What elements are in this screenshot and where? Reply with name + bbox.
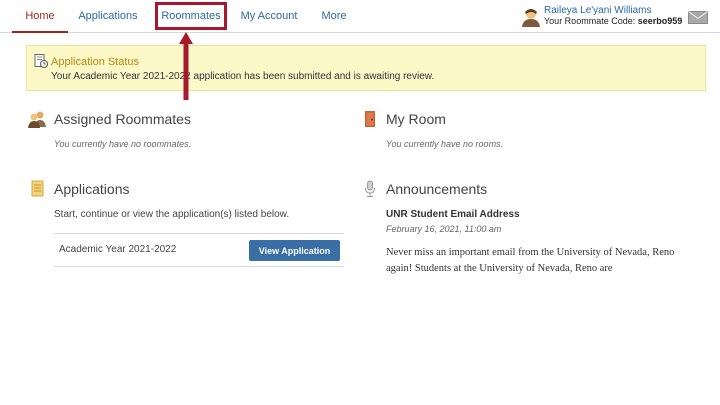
alert-title: Application Status xyxy=(51,56,140,68)
tab-applications[interactable]: Applications xyxy=(74,0,142,33)
tab-my-account[interactable]: My Account xyxy=(236,0,302,33)
roommates-icon xyxy=(28,111,46,128)
applications-title: Applications xyxy=(54,181,130,197)
door-icon xyxy=(365,111,375,127)
tab-roommates[interactable]: Roommates xyxy=(155,2,227,30)
annotation-arrow-icon xyxy=(179,32,193,100)
document-clock-icon xyxy=(34,54,48,68)
microphone-icon xyxy=(365,180,375,197)
no-roommates-text: You currently have no roommates. xyxy=(54,139,192,149)
applications-icon xyxy=(31,180,44,197)
user-avatar-icon xyxy=(522,9,540,27)
announcement-title[interactable]: UNR Student Email Address xyxy=(386,209,520,220)
announcements-title: Announcements xyxy=(386,181,488,197)
announcement-date: February 16, 2021, 11:00 am xyxy=(386,224,502,234)
tab-home[interactable]: Home xyxy=(12,0,68,33)
assigned-roommates-title: Assigned Roommates xyxy=(54,111,191,127)
alert-text: Your Academic Year 2021-2022 application… xyxy=(51,71,435,82)
applications-intro: Start, continue or view the application(… xyxy=(54,209,290,220)
top-navigation: Home Applications Roommates My Account M… xyxy=(0,0,720,33)
tab-more[interactable]: More xyxy=(314,0,354,33)
application-row: Academic Year 2021-2022 View Application xyxy=(54,233,344,267)
user-name[interactable]: Raileya Le'yani Williams xyxy=(544,5,652,16)
no-rooms-text: You currently have no rooms. xyxy=(386,139,504,149)
roommate-code: Your Roommate Code: seerbo959 xyxy=(544,16,683,26)
application-status-alert: Application Status Your Academic Year 20… xyxy=(26,45,706,91)
my-room-title: My Room xyxy=(386,111,446,127)
mail-icon[interactable] xyxy=(688,11,708,24)
view-application-button[interactable]: View Application xyxy=(249,240,340,261)
announcement-body: Never miss an important email from the U… xyxy=(386,247,675,274)
application-name: Academic Year 2021-2022 xyxy=(59,244,177,255)
